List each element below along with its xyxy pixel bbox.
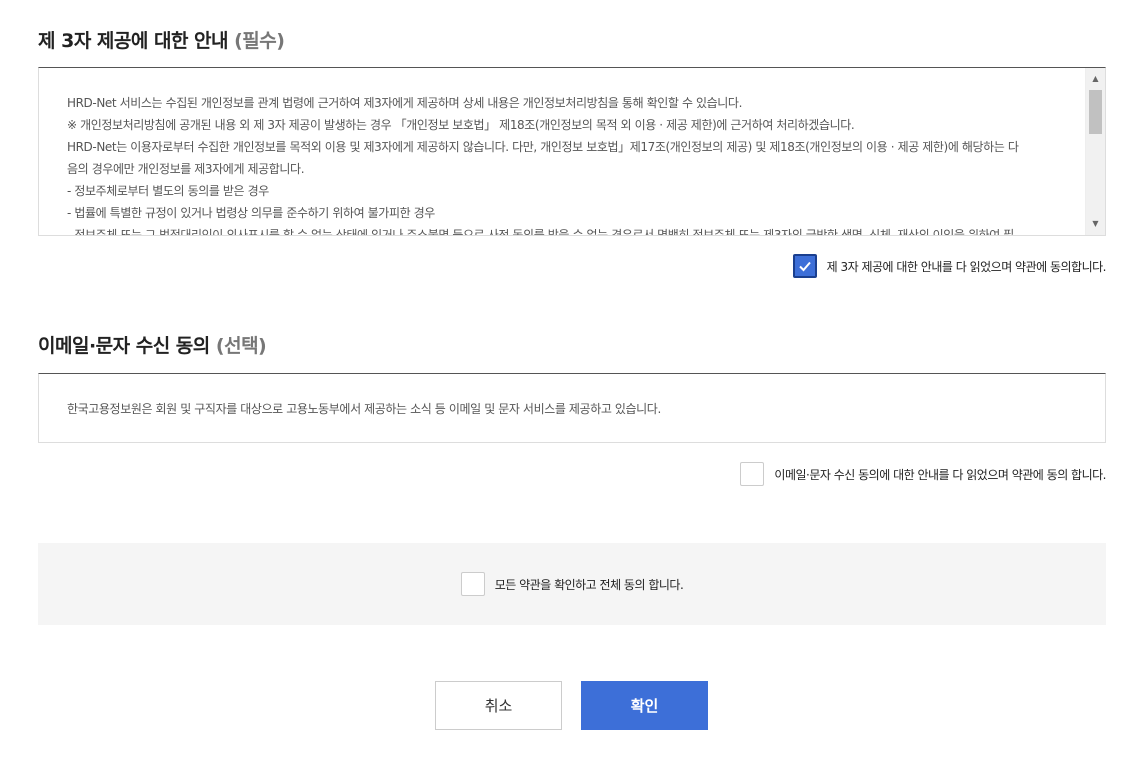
all-agree-row[interactable]: 모든 약관을 확인하고 전체 동의 합니다. bbox=[460, 572, 684, 596]
third-party-agree-checkbox[interactable] bbox=[792, 254, 817, 278]
all-agree-checkbox[interactable] bbox=[460, 572, 485, 596]
terms-line: - 정보주체 또는 그 법정대리인이 의사표시를 할 수 없는 상태에 있거나 … bbox=[67, 228, 1014, 236]
terms-line: 음의 경우에만 개인정보를 제3자에게 제공합니다. bbox=[67, 162, 305, 176]
third-party-terms-content: HRD-Net 서비스는 수집된 개인정보를 관계 법령에 근거하여 제3자에게… bbox=[67, 92, 1067, 236]
all-agree-panel: 모든 약관을 확인하고 전체 동의 합니다. bbox=[38, 543, 1106, 625]
email-sms-section-title: 이메일·문자 수신 동의 (선택) bbox=[38, 331, 267, 358]
third-party-agree-label: 제 3자 제공에 대한 안내를 다 읽었으며 약관에 동의합니다. bbox=[826, 259, 1107, 274]
email-sms-agree-row[interactable]: 이메일·문자 수신 동의에 대한 안내를 다 읽었으며 약관에 동의 합니다. bbox=[740, 462, 1106, 486]
cancel-button[interactable]: 취소 bbox=[435, 681, 562, 730]
optional-tag: (선택) bbox=[215, 335, 267, 357]
terms-scrollbar[interactable]: ▲ ▼ bbox=[1085, 68, 1105, 235]
third-party-section-title: 제 3자 제공에 대한 안내 (필수) bbox=[38, 26, 285, 53]
email-sms-agree-label: 이메일·문자 수신 동의에 대한 안내를 다 읽었으며 약관에 동의 합니다. bbox=[774, 467, 1106, 482]
checkmark-icon bbox=[798, 261, 811, 272]
email-sms-terms-box: 한국고용정보원은 회원 및 구직자를 대상으로 고용노동부에서 제공하는 소식 … bbox=[38, 373, 1106, 443]
scroll-thumb[interactable] bbox=[1089, 90, 1102, 134]
triangle-down-icon[interactable]: ▼ bbox=[1086, 215, 1105, 233]
triangle-up-icon[interactable]: ▲ bbox=[1086, 70, 1105, 88]
confirm-button[interactable]: 확인 bbox=[581, 681, 708, 730]
terms-line: - 정보주체로부터 별도의 동의를 받은 경우 bbox=[67, 184, 269, 198]
email-sms-title-text: 이메일·문자 수신 동의 bbox=[38, 335, 210, 357]
required-tag: (필수) bbox=[234, 30, 285, 52]
third-party-title-text: 제 3자 제공에 대한 안내 bbox=[38, 30, 229, 52]
terms-line: ※ 개인정보처리방침에 공개된 내용 외 제 3자 제공이 발생하는 경우 「개… bbox=[67, 118, 855, 132]
third-party-agree-row[interactable]: 제 3자 제공에 대한 안내를 다 읽었으며 약관에 동의합니다. bbox=[792, 254, 1107, 278]
email-sms-agree-checkbox[interactable] bbox=[740, 462, 765, 486]
terms-line: HRD-Net는 이용자로부터 수집한 개인정보를 목적외 이용 및 제3자에게… bbox=[67, 140, 1019, 154]
terms-line: - 법률에 특별한 규정이 있거나 법령상 의무를 준수하기 위하여 불가피한 … bbox=[67, 206, 435, 220]
email-sms-terms-content: 한국고용정보원은 회원 및 구직자를 대상으로 고용노동부에서 제공하는 소식 … bbox=[67, 402, 661, 416]
terms-line: HRD-Net 서비스는 수집된 개인정보를 관계 법령에 근거하여 제3자에게… bbox=[67, 96, 742, 110]
all-agree-label: 모든 약관을 확인하고 전체 동의 합니다. bbox=[494, 577, 684, 592]
third-party-terms-box[interactable]: HRD-Net 서비스는 수집된 개인정보를 관계 법령에 근거하여 제3자에게… bbox=[38, 67, 1106, 236]
